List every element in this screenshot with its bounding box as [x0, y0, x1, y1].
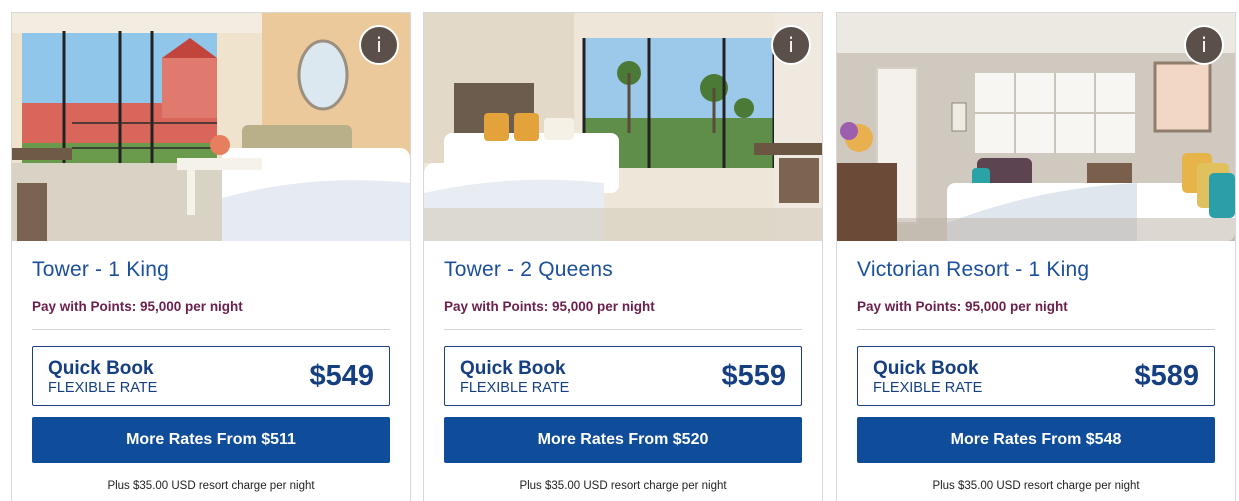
divider [857, 329, 1215, 330]
info-icon[interactable]: i [1184, 25, 1224, 65]
room-title[interactable]: Tower - 2 Queens [444, 258, 613, 282]
quick-book-price: $549 [309, 360, 374, 392]
room-photo-illustration [424, 13, 822, 241]
room-photo-illustration [837, 13, 1235, 241]
divider [32, 329, 390, 330]
room-cards: i Tower - 1 King Pay with Points: 95,000… [0, 0, 1239, 501]
info-icon[interactable]: i [359, 25, 399, 65]
room-photo[interactable]: i [12, 13, 410, 241]
room-card: i Tower - 2 Queens Pay with Points: 95,0… [423, 12, 823, 501]
quick-book-button[interactable]: Quick Book FLEXIBLE RATE $559 [444, 346, 802, 406]
resort-fee-note: Plus $35.00 USD resort charge per night [932, 480, 1140, 492]
quick-book-price: $589 [1134, 360, 1199, 392]
room-title[interactable]: Victorian Resort - 1 King [857, 258, 1089, 282]
points-price: Pay with Points: 95,000 per night [444, 299, 655, 314]
rate-type: FLEXIBLE RATE [48, 380, 158, 396]
more-rates-button[interactable]: More Rates From $511 [32, 417, 390, 463]
quick-book-title: Quick Book [873, 358, 979, 379]
more-rates-button[interactable]: More Rates From $548 [857, 417, 1215, 463]
quick-book-price: $559 [721, 360, 786, 392]
resort-fee-note: Plus $35.00 USD resort charge per night [519, 480, 727, 492]
room-photo-illustration [12, 13, 410, 241]
points-price: Pay with Points: 95,000 per night [32, 299, 243, 314]
quick-book-button[interactable]: Quick Book FLEXIBLE RATE $589 [857, 346, 1215, 406]
room-card: i Victorian Resort - 1 King Pay with Poi… [836, 12, 1236, 501]
divider [444, 329, 802, 330]
room-title[interactable]: Tower - 1 King [32, 258, 169, 282]
room-card: i Tower - 1 King Pay with Points: 95,000… [11, 12, 411, 501]
room-photo[interactable]: i [837, 13, 1235, 241]
resort-fee-note: Plus $35.00 USD resort charge per night [107, 480, 315, 492]
points-price: Pay with Points: 95,000 per night [857, 299, 1068, 314]
info-icon[interactable]: i [771, 25, 811, 65]
quick-book-title: Quick Book [48, 358, 154, 379]
quick-book-title: Quick Book [460, 358, 566, 379]
more-rates-button[interactable]: More Rates From $520 [444, 417, 802, 463]
rate-type: FLEXIBLE RATE [460, 380, 570, 396]
quick-book-button[interactable]: Quick Book FLEXIBLE RATE $549 [32, 346, 390, 406]
rate-type: FLEXIBLE RATE [873, 380, 983, 396]
room-photo[interactable]: i [424, 13, 822, 241]
